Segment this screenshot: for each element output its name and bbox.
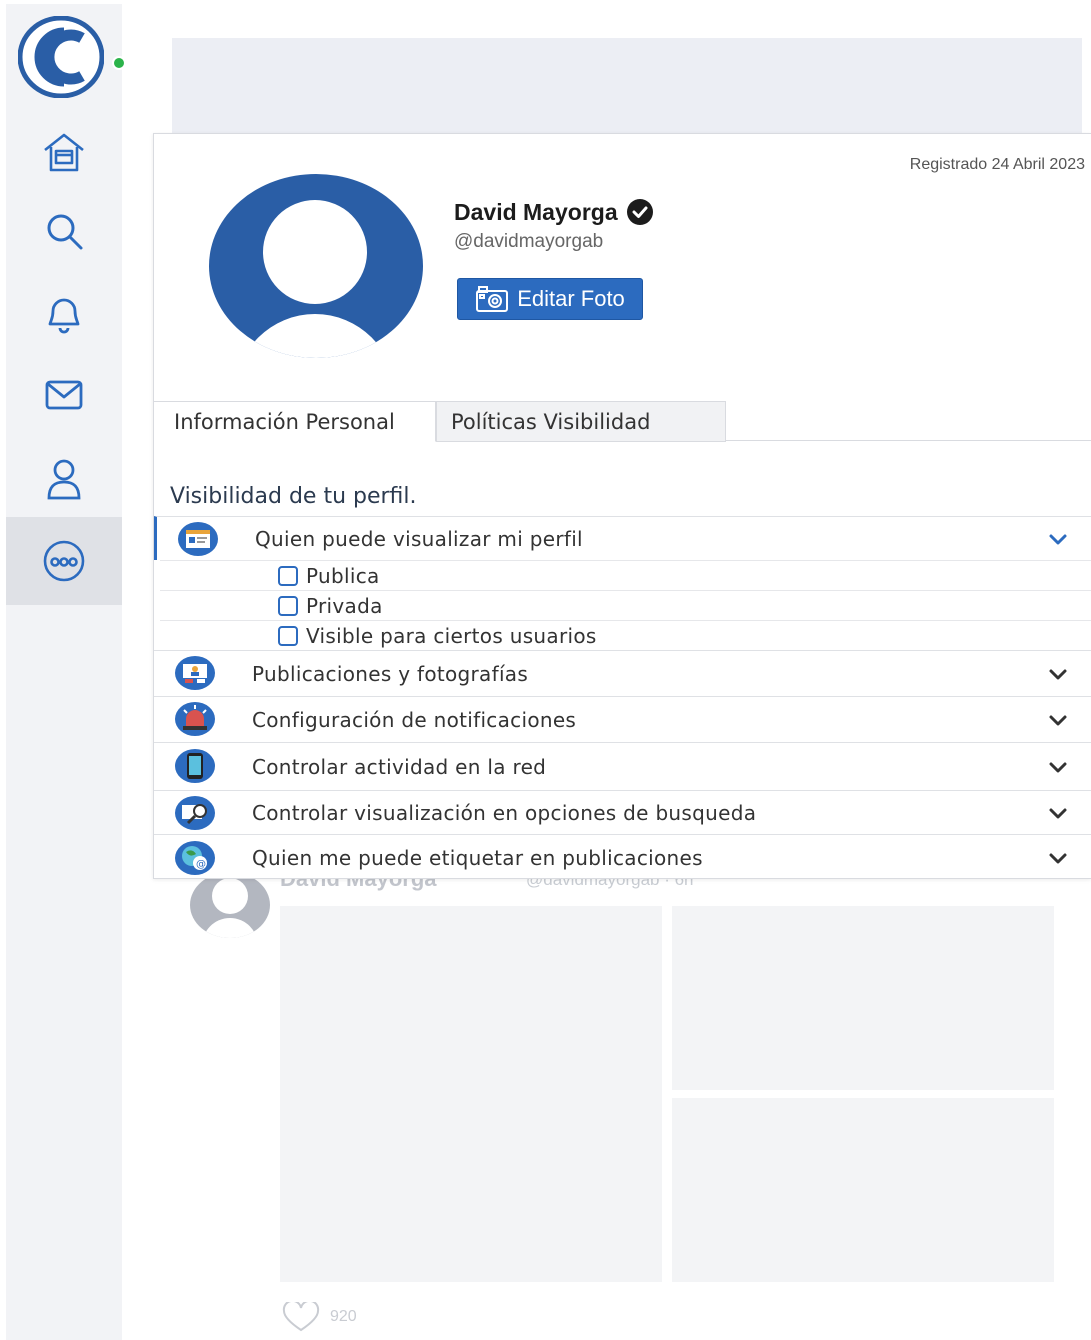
option-visible-ciertos-usuarios[interactable]: Visible para ciertos usuarios bbox=[160, 620, 1091, 650]
accordion-actividad-red[interactable]: Controlar actividad en la red bbox=[154, 742, 1091, 790]
likes-count: 920 bbox=[330, 1308, 357, 1325]
alarm-icon bbox=[175, 702, 215, 736]
option-label: Privada bbox=[306, 593, 383, 618]
avatar bbox=[209, 174, 423, 358]
profile-name: David Mayorga bbox=[454, 198, 618, 225]
profile-card: Registrado 24 Abril 2023 David Mayorga @… bbox=[153, 133, 1091, 879]
accordion-label: Quien me puede etiquetar en publicacione… bbox=[252, 845, 703, 870]
registered-date: Registrado 24 Abril 2023 bbox=[909, 156, 1085, 173]
option-publica[interactable]: Publica bbox=[160, 560, 1091, 590]
accordion-label: Publicaciones y fotografías bbox=[252, 661, 529, 686]
accordion-etiquetar[interactable]: @ Quien me puede etiquetar en publicacio… bbox=[154, 834, 1091, 880]
tab-informacion-personal[interactable]: Información Personal bbox=[154, 401, 436, 442]
sidebar-item-notifications[interactable] bbox=[6, 280, 122, 350]
chevron-down-icon[interactable] bbox=[1046, 801, 1070, 825]
sidebar-item-search[interactable] bbox=[6, 196, 122, 266]
post-image-2 bbox=[672, 906, 1054, 1090]
chevron-down-icon[interactable] bbox=[1046, 527, 1070, 551]
profile-window-icon bbox=[178, 522, 218, 556]
home-icon bbox=[44, 133, 84, 172]
accordion-label: Configuración de notificaciones bbox=[252, 707, 577, 732]
chevron-down-icon[interactable] bbox=[1046, 846, 1070, 870]
post-likes[interactable]: 920 bbox=[282, 1302, 357, 1332]
chevron-down-icon[interactable] bbox=[1046, 755, 1070, 779]
checkbox-publica[interactable] bbox=[278, 565, 298, 586]
chevron-down-icon[interactable] bbox=[1046, 662, 1070, 686]
profile-tabs: Información Personal Políticas Visibilid… bbox=[154, 401, 1091, 442]
phone-icon bbox=[175, 749, 215, 783]
logo-icon[interactable] bbox=[18, 16, 104, 98]
accordion-label: Quien puede visualizar mi perfil bbox=[255, 526, 583, 551]
tab-politicas-visibilidad[interactable]: Políticas Visibilidad bbox=[436, 401, 726, 442]
name-row: David Mayorga bbox=[454, 198, 654, 226]
user-icon bbox=[47, 459, 81, 500]
cover-banner bbox=[172, 38, 1082, 134]
checkbox-privada[interactable] bbox=[278, 595, 298, 616]
more-icon bbox=[43, 540, 85, 582]
option-privada[interactable]: Privada bbox=[160, 590, 1091, 620]
accordion-label: Controlar actividad en la red bbox=[252, 754, 547, 779]
accordion-label: Controlar visualización en opciones de b… bbox=[252, 800, 757, 825]
sidebar-item-home[interactable] bbox=[6, 118, 122, 188]
svg-text:@: @ bbox=[196, 859, 206, 870]
presentation-icon bbox=[175, 656, 215, 690]
post-image-3 bbox=[672, 1098, 1054, 1282]
post-image-1 bbox=[280, 906, 662, 1282]
accordion-busqueda[interactable]: Controlar visualización en opciones de b… bbox=[154, 790, 1091, 834]
search-icon bbox=[47, 214, 83, 250]
accordion-notificaciones[interactable]: Configuración de notificaciones bbox=[154, 696, 1091, 742]
verified-badge-icon bbox=[626, 199, 653, 225]
camera-icon bbox=[476, 286, 509, 312]
chevron-down-icon[interactable] bbox=[1046, 708, 1070, 732]
checkbox-visible-ciertos-usuarios[interactable] bbox=[278, 625, 298, 646]
sidebar-item-profile[interactable] bbox=[6, 444, 122, 514]
option-label: Visible para ciertos usuarios bbox=[306, 623, 597, 648]
edit-photo-label: Editar Foto bbox=[517, 286, 625, 311]
globe-at-icon: @ bbox=[175, 841, 215, 875]
search-monitor-icon bbox=[175, 796, 215, 830]
accordion-publicaciones[interactable]: Publicaciones y fotografías bbox=[154, 650, 1091, 696]
online-status-dot bbox=[112, 56, 126, 70]
accordion-who-can-view-profile[interactable]: Quien puede visualizar mi perfil bbox=[154, 516, 1091, 560]
post-avatar bbox=[190, 872, 270, 938]
edit-photo-button[interactable]: Editar Foto bbox=[457, 278, 643, 320]
section-title: Visibilidad de tu perfil. bbox=[170, 484, 417, 509]
mail-icon bbox=[45, 380, 83, 410]
heart-icon bbox=[282, 1302, 320, 1332]
bell-icon bbox=[48, 298, 80, 334]
profile-handle: @davidmayorgab bbox=[454, 231, 604, 252]
sidebar bbox=[6, 4, 126, 1340]
option-label: Publica bbox=[306, 563, 380, 588]
sidebar-item-more[interactable] bbox=[6, 517, 122, 605]
sidebar-item-messages[interactable] bbox=[6, 360, 122, 430]
